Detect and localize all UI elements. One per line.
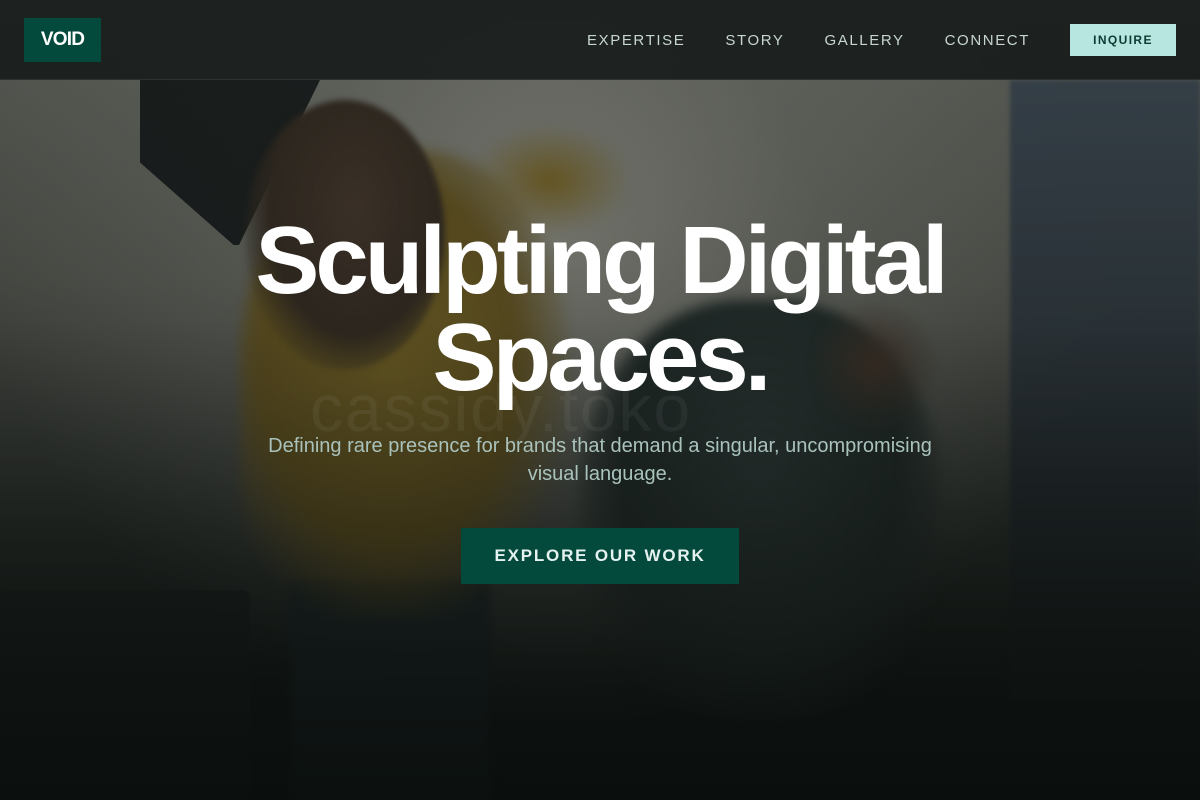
top-navigation-bar: VOID EXPERTISE STORY GALLERY CONNECT INQ… bbox=[0, 0, 1200, 80]
nav-link-expertise[interactable]: EXPERTISE bbox=[587, 32, 685, 49]
nav-links: EXPERTISE STORY GALLERY CONNECT bbox=[587, 0, 1030, 80]
hero-title: Sculpting Digital Spaces. bbox=[200, 212, 1000, 406]
hero-section: Sculpting Digital Spaces. Defining rare … bbox=[0, 0, 1200, 800]
hero-title-line-1: Sculpting Digital bbox=[255, 207, 948, 314]
explore-work-button[interactable]: EXPLORE OUR WORK bbox=[461, 528, 739, 584]
brand-logo[interactable]: VOID bbox=[24, 18, 101, 62]
page: cassidy.toko VOID EXPERTISE STORY GALLER… bbox=[0, 0, 1200, 800]
nav-link-story[interactable]: STORY bbox=[725, 32, 784, 49]
nav-link-connect[interactable]: CONNECT bbox=[945, 32, 1030, 49]
hero-subtitle: Defining rare presence for brands that d… bbox=[268, 435, 932, 485]
hero-title-line-2: Spaces. bbox=[432, 304, 772, 411]
nav-link-gallery[interactable]: GALLERY bbox=[824, 32, 904, 49]
inquire-button[interactable]: INQUIRE bbox=[1070, 24, 1176, 56]
